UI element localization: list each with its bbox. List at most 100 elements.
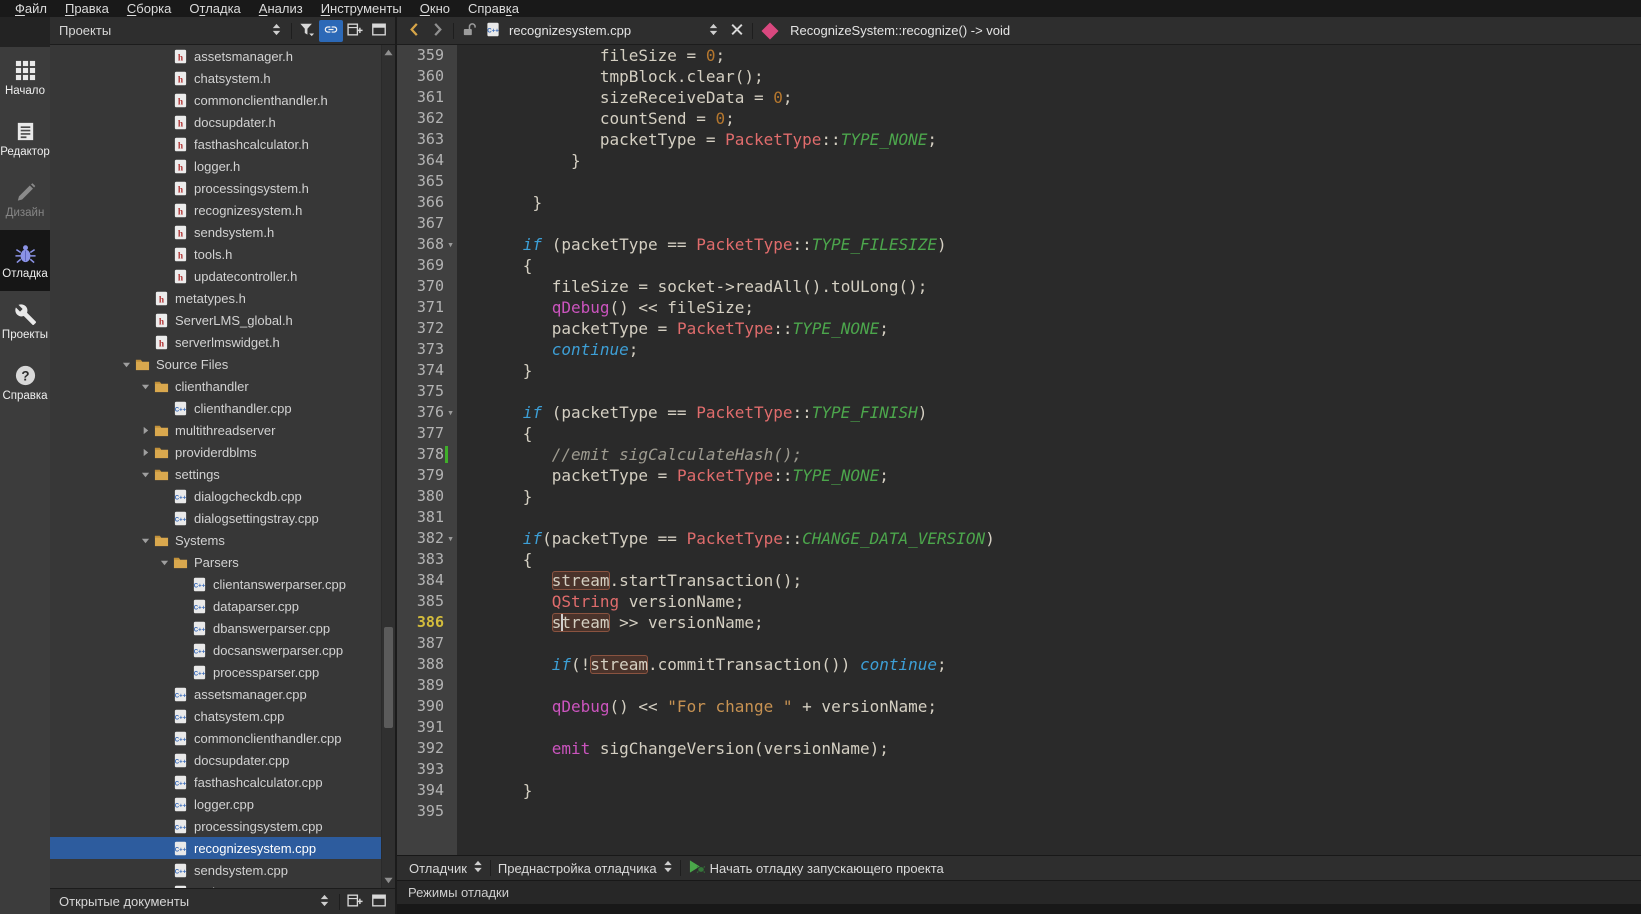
line-number[interactable]: 364 — [397, 150, 457, 171]
code-line-379[interactable]: 379 packetType = PacketType::TYPE_NONE; — [397, 465, 1641, 486]
tree-item-Systems[interactable]: Systems — [50, 529, 381, 551]
back-button[interactable] — [402, 20, 426, 42]
mode-item-редактор[interactable]: Редактор — [0, 108, 50, 169]
code-line-368[interactable]: 368▾ if (packetType == PacketType::TYPE_… — [397, 234, 1641, 255]
code-line-382[interactable]: 382▾ if(packetType == PacketType::CHANGE… — [397, 528, 1641, 549]
tree-item-metatypes.h[interactable]: hmetatypes.h — [50, 287, 381, 309]
code-line-392[interactable]: 392 emit sigChangeVersion(versionName); — [397, 738, 1641, 759]
tree-item-assetsmanager.cpp[interactable]: C++assetsmanager.cpp — [50, 683, 381, 705]
tree-item-processingsystem.cpp[interactable]: C++processingsystem.cpp — [50, 815, 381, 837]
code-line-370[interactable]: 370 fileSize = socket->readAll().toULong… — [397, 276, 1641, 297]
menu-item-3[interactable]: Отладка — [180, 0, 249, 17]
code-line-393[interactable]: 393 — [397, 759, 1641, 780]
fold-marker-icon[interactable]: ▾ — [444, 402, 457, 423]
code-line-391[interactable]: 391 — [397, 717, 1641, 738]
code-line-389[interactable]: 389 — [397, 675, 1641, 696]
tree-item-serverlmswidget.h[interactable]: hserverlmswidget.h — [50, 331, 381, 353]
line-number[interactable]: 377 — [397, 423, 457, 444]
tree-item-commonclienthandler.h[interactable]: hcommonclienthandler.h — [50, 89, 381, 111]
line-number[interactable]: 379 — [397, 465, 457, 486]
close-document-button[interactable] — [725, 20, 749, 42]
line-number[interactable]: 382▾ — [397, 528, 457, 549]
mode-item-проекты[interactable]: Проекты — [0, 291, 50, 352]
code-line-360[interactable]: 360 tmpBlock.clear(); — [397, 66, 1641, 87]
line-number[interactable]: 370 — [397, 276, 457, 297]
debugger-combo[interactable]: Отладчик — [405, 860, 487, 876]
code-line-395[interactable]: 395 — [397, 801, 1641, 822]
debugger-preset-combo[interactable]: Преднастройка отладчика — [494, 860, 677, 876]
forward-button[interactable] — [426, 20, 450, 42]
expand-open-icon[interactable] — [137, 536, 153, 545]
menu-item-5[interactable]: Инструменты — [312, 0, 411, 17]
line-number[interactable]: 359 — [397, 45, 457, 66]
tree-item-Parsers[interactable]: Parsers — [50, 551, 381, 573]
code-line-380[interactable]: 380 } — [397, 486, 1641, 507]
code-line-376[interactable]: 376▾ if (packetType == PacketType::TYPE_… — [397, 402, 1641, 423]
code-line-362[interactable]: 362 countSend = 0; — [397, 108, 1641, 129]
document-combo-button[interactable] — [701, 20, 725, 42]
mode-item-отладка[interactable]: Отладка — [0, 230, 50, 291]
code-line-364[interactable]: 364 } — [397, 150, 1641, 171]
filter-button[interactable] — [295, 20, 319, 42]
tree-item-docsanswerparser.cpp[interactable]: C++docsanswerparser.cpp — [50, 639, 381, 661]
tree-item-fasthashcalculator.cpp[interactable]: C++fasthashcalculator.cpp — [50, 771, 381, 793]
line-number[interactable]: 366 — [397, 192, 457, 213]
tree-item-chatsystem.h[interactable]: hchatsystem.h — [50, 67, 381, 89]
code-line-361[interactable]: 361 sizeReceiveData = 0; — [397, 87, 1641, 108]
line-number[interactable]: 387 — [397, 633, 457, 654]
line-number[interactable]: 381 — [397, 507, 457, 528]
menu-item-2[interactable]: Сборка — [118, 0, 181, 17]
scroll-down-icon[interactable] — [382, 874, 395, 887]
sync-with-editor-button[interactable] — [319, 20, 343, 42]
tree-item-sendsystem.cpp[interactable]: C++sendsystem.cpp — [50, 859, 381, 881]
mode-item-начало[interactable]: Начало — [0, 47, 50, 108]
menu-item-0[interactable]: Файл — [6, 0, 56, 17]
tree-item-recognizesystem.cpp[interactable]: C++recognizesystem.cpp — [50, 837, 381, 859]
start-debugging-button[interactable]: Начать отладку запускающего проекта — [684, 859, 944, 877]
tree-item-commonclienthandler.cpp[interactable]: C++commonclienthandler.cpp — [50, 727, 381, 749]
open-docs-combo-button[interactable] — [312, 891, 336, 913]
code-line-369[interactable]: 369 { — [397, 255, 1641, 276]
code-line-394[interactable]: 394 } — [397, 780, 1641, 801]
expand-open-icon[interactable] — [118, 360, 134, 369]
tree-item-logger.h[interactable]: hlogger.h — [50, 155, 381, 177]
line-number[interactable]: 372 — [397, 318, 457, 339]
line-number[interactable]: 368▾ — [397, 234, 457, 255]
line-number[interactable]: 365 — [397, 171, 457, 192]
expand-open-icon[interactable] — [156, 558, 172, 567]
scroll-up-icon[interactable] — [382, 46, 395, 59]
tree-item-updatecontroller.h[interactable]: hupdatecontroller.h — [50, 265, 381, 287]
open-file-name[interactable]: recognizesystem.cpp — [509, 23, 631, 38]
line-number[interactable]: 390 — [397, 696, 457, 717]
menu-item-6[interactable]: Окно — [411, 0, 459, 17]
line-number[interactable]: 362 — [397, 108, 457, 129]
code-line-359[interactable]: 359 fileSize = 0; — [397, 45, 1641, 66]
code-line-385[interactable]: 385 QString versionName; — [397, 591, 1641, 612]
tree-scrollbar[interactable] — [381, 45, 395, 888]
mode-item-дизайн[interactable]: Дизайн — [0, 169, 50, 230]
tree-item-dialogsettingstray.cpp[interactable]: C++dialogsettingstray.cpp — [50, 507, 381, 529]
code-line-373[interactable]: 373 continue; — [397, 339, 1641, 360]
code-line-363[interactable]: 363 packetType = PacketType::TYPE_NONE; — [397, 129, 1641, 150]
tree-item-clienthandler.cpp[interactable]: C++clienthandler.cpp — [50, 397, 381, 419]
tree-item-clientanswerparser.cpp[interactable]: C++clientanswerparser.cpp — [50, 573, 381, 595]
code-line-386[interactable]: 386 stream >> versionName; — [397, 612, 1641, 633]
expand-closed-icon[interactable] — [137, 426, 153, 435]
menu-item-7[interactable]: Справка — [459, 0, 528, 17]
line-number[interactable]: 360 — [397, 66, 457, 87]
scrollbar-thumb[interactable] — [384, 627, 393, 728]
line-number[interactable]: 367 — [397, 213, 457, 234]
line-number[interactable]: 373 — [397, 339, 457, 360]
current-symbol[interactable]: RecognizeSystem::recognize() -> void — [790, 23, 1010, 38]
menu-item-1[interactable]: Правка — [56, 0, 118, 17]
line-number[interactable]: 389 — [397, 675, 457, 696]
tree-item-tools.h[interactable]: htools.h — [50, 243, 381, 265]
close-panel-button[interactable] — [367, 20, 391, 42]
tree-item-recognizesystem.h[interactable]: hrecognizesystem.h — [50, 199, 381, 221]
expand-open-icon[interactable] — [137, 382, 153, 391]
tree-item-processingsystem.h[interactable]: hprocessingsystem.h — [50, 177, 381, 199]
tree-item-docsupdater.cpp[interactable]: C++docsupdater.cpp — [50, 749, 381, 771]
tree-item-chatsystem.cpp[interactable]: C++chatsystem.cpp — [50, 705, 381, 727]
pin-file-button[interactable] — [457, 20, 481, 42]
tree-item-providerdblms[interactable]: providerdblms — [50, 441, 381, 463]
